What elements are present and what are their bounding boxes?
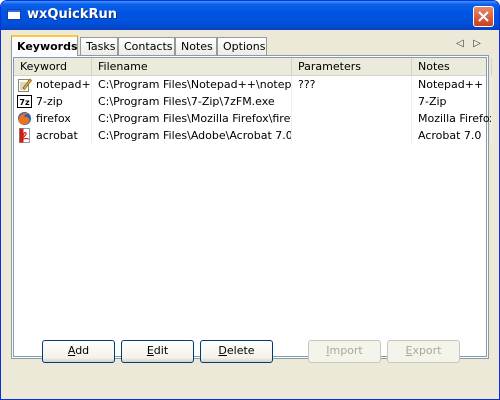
cell-notes: Notepad++: [412, 76, 492, 93]
column-header-notes[interactable]: Notes: [412, 58, 492, 75]
cell-parameters: [292, 93, 412, 110]
column-header-keyword[interactable]: Keyword: [14, 58, 92, 75]
import-button[interactable]: Import: [308, 340, 381, 363]
delete-button[interactable]: Delete: [200, 340, 273, 363]
table-row[interactable]: firefox C:\Program Files\Mozilla Firefox…: [14, 110, 492, 127]
column-header-filename[interactable]: Filename: [92, 58, 292, 75]
cell-parameters: ???: [292, 76, 412, 93]
add-label-rest: dd: [75, 344, 90, 357]
column-header-parameters[interactable]: Parameters: [292, 58, 412, 75]
edit-mnemonic: E: [146, 344, 154, 357]
edit-button[interactable]: Edit: [121, 340, 194, 363]
title-bar[interactable]: wxQuickRun: [1, 1, 499, 30]
list-header: Keyword Filename Parameters Notes: [14, 58, 492, 76]
cell-notes: 7-Zip: [412, 93, 492, 110]
app-icon: [7, 9, 21, 20]
add-button[interactable]: Add: [42, 340, 115, 363]
edit-label-rest: dit: [153, 344, 169, 357]
cell-keyword: 7-zip: [14, 93, 92, 110]
cell-parameters: [292, 110, 412, 127]
cell-filename: C:\Program Files\Adobe\Acrobat 7.0...: [92, 127, 292, 144]
app-window: wxQuickRun Keywords Tasks Contacts Notes…: [0, 0, 500, 400]
close-button[interactable]: [473, 6, 494, 27]
tab-panel-keywords: Keyword Filename Parameters Notes notepa…: [11, 55, 492, 359]
export-label-rest: xport: [412, 344, 442, 357]
window-title: wxQuickRun: [27, 7, 118, 22]
tab-scroll-buttons: ◁ ▷: [453, 37, 487, 51]
cell-filename: C:\Program Files\Mozilla Firefox\firef..…: [92, 110, 292, 127]
keywords-list[interactable]: Keyword Filename Parameters Notes notepa…: [13, 57, 492, 357]
table-row[interactable]: 7z 7-zip C:\Program Files\7-Zip\7zFM.exe…: [14, 93, 492, 110]
cell-filename: C:\Program Files\7-Zip\7zFM.exe: [92, 93, 292, 110]
close-icon: [478, 11, 489, 22]
scroll-left-icon[interactable]: ◁: [453, 37, 467, 51]
list-rows: notepad++ C:\Program Files\Notepad++\not…: [14, 76, 492, 144]
tab-notes[interactable]: Notes: [175, 37, 217, 55]
tab-keywords[interactable]: Keywords: [11, 35, 78, 56]
tab-tasks[interactable]: Tasks: [80, 37, 118, 55]
cell-parameters: [292, 127, 412, 144]
cell-keyword: notepad++: [14, 76, 92, 93]
cell-notes: Acrobat 7.0: [412, 127, 492, 144]
export-button[interactable]: Export: [387, 340, 460, 363]
scroll-right-icon[interactable]: ▷: [470, 37, 484, 51]
tab-contacts[interactable]: Contacts: [118, 37, 175, 55]
cell-keyword: firefox: [14, 110, 92, 127]
cell-filename: C:\Program Files\Notepad++\notep...: [92, 76, 292, 93]
delete-label-rest: elete: [226, 344, 255, 357]
table-row[interactable]: acrobat C:\Program Files\Adobe\Acrobat 7…: [14, 127, 492, 144]
cell-notes: Mozilla Firefox: [412, 110, 492, 127]
table-row[interactable]: notepad++ C:\Program Files\Notepad++\not…: [14, 76, 492, 93]
delete-mnemonic: D: [218, 344, 227, 357]
import-label-rest: mport: [329, 344, 363, 357]
tab-options[interactable]: Options: [217, 37, 267, 55]
cell-keyword: acrobat: [14, 127, 92, 144]
